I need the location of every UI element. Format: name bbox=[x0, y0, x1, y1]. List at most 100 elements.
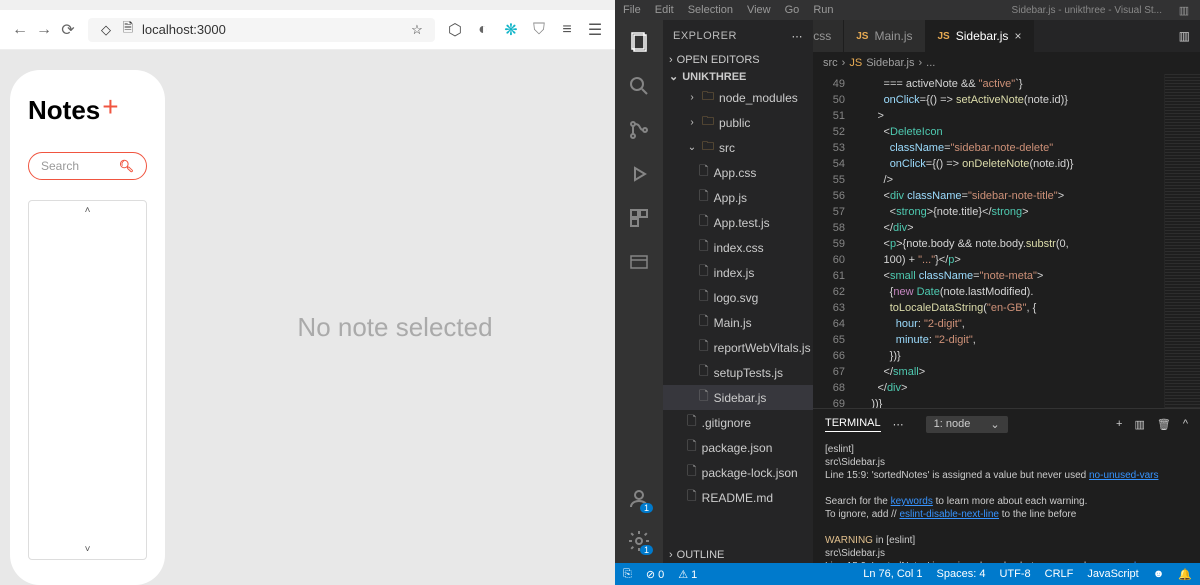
file-item[interactable]: 🗋package-lock.json bbox=[663, 460, 813, 485]
bookmark-icon[interactable]: ☆ bbox=[409, 22, 425, 38]
notes-main: No note selected bbox=[185, 70, 605, 585]
terminal-tab[interactable]: TERMINAL bbox=[825, 417, 881, 432]
minimap[interactable] bbox=[1164, 74, 1200, 408]
split-terminal-icon[interactable]: ▥ bbox=[1134, 418, 1144, 431]
file-item[interactable]: 🗋index.css bbox=[663, 235, 813, 260]
activity-extensions-icon[interactable] bbox=[627, 206, 651, 230]
file-icon: 🗋 bbox=[699, 162, 709, 183]
page-content: Notes + Search 🔍︎ ˄ ˅ No note selected bbox=[0, 50, 615, 585]
ext1-icon[interactable]: ◐ bbox=[475, 22, 491, 38]
file-tree: ›🗀node_modules›🗀public⌄🗀src🗋App.css🗋App.… bbox=[663, 85, 813, 547]
address-bar[interactable]: ◇ 🗎 localhost:3000 ☆ bbox=[88, 18, 435, 42]
file-icon: 🗋 bbox=[699, 212, 709, 233]
ext3-icon[interactable]: ⛉ bbox=[531, 22, 547, 38]
status-encoding[interactable]: UTF-8 bbox=[999, 568, 1030, 581]
file-item[interactable]: 🗋index.js bbox=[663, 260, 813, 285]
layout-icon[interactable]: ▥ bbox=[1176, 2, 1192, 18]
editor-tab[interactable]: JSMain.js bbox=[844, 20, 925, 52]
kill-terminal-icon[interactable]: 🗑 bbox=[1157, 418, 1171, 431]
editor-tab[interactable]: JSSidebar.js× bbox=[926, 20, 1035, 52]
menu-selection[interactable]: Selection bbox=[688, 4, 733, 16]
shield-icon: ◇ bbox=[98, 22, 114, 38]
notes-title: Notes + bbox=[28, 95, 147, 126]
file-item[interactable]: 🗋setupTests.js bbox=[663, 360, 813, 385]
file-icon: JS bbox=[938, 31, 950, 42]
ext2-icon[interactable]: ❋ bbox=[503, 22, 519, 38]
project-root[interactable]: ⌄UNIKTHREE bbox=[663, 68, 813, 85]
code-editor[interactable]: 4950515253545556575859606162636465666768… bbox=[813, 74, 1200, 408]
activity-explorer-icon[interactable] bbox=[627, 30, 651, 54]
remote-icon[interactable]: ⎘ bbox=[623, 568, 632, 581]
folder-icon: 🗀 bbox=[702, 87, 714, 108]
open-editors-section[interactable]: ›OPEN EDITORS bbox=[663, 52, 813, 68]
activity-scm-icon[interactable] bbox=[627, 118, 651, 142]
page-icon: 🗎 bbox=[120, 22, 136, 38]
breadcrumb[interactable]: src› JS Sidebar.js› ... bbox=[813, 52, 1200, 74]
search-placeholder: Search bbox=[41, 159, 79, 173]
menu-view[interactable]: View bbox=[747, 4, 771, 16]
scroll-up-icon[interactable]: ˄ bbox=[85, 205, 91, 216]
file-item[interactable]: 🗋Main.js bbox=[663, 310, 813, 335]
empty-message: No note selected bbox=[297, 312, 492, 343]
back-icon[interactable]: ← bbox=[12, 22, 28, 38]
add-note-button[interactable]: + bbox=[102, 91, 118, 123]
url-text: localhost:3000 bbox=[142, 22, 226, 37]
activity-other-icon[interactable] bbox=[627, 250, 651, 274]
activity-search-icon[interactable] bbox=[627, 74, 651, 98]
explorer-more-icon[interactable]: ⋯ bbox=[792, 30, 804, 43]
editor-tab[interactable]: #App.css bbox=[813, 20, 844, 52]
file-item[interactable]: 🗋reportWebVitals.js bbox=[663, 335, 813, 360]
terminal-more-icon[interactable]: ⋯ bbox=[893, 418, 904, 431]
chevron-down-icon: ⌄ bbox=[990, 418, 999, 431]
menu-go[interactable]: Go bbox=[785, 4, 800, 16]
terminal-selector[interactable]: 1: node⌄ bbox=[926, 416, 1008, 433]
status-feedback-icon[interactable]: ☻ bbox=[1153, 568, 1165, 581]
status-errors[interactable]: ⊘ 0 bbox=[646, 568, 664, 581]
list-icon[interactable]: ≡ bbox=[559, 22, 575, 38]
status-cursor[interactable]: Ln 76, Col 1 bbox=[863, 568, 922, 581]
folder-item[interactable]: ⌄🗀src bbox=[663, 135, 813, 160]
folder-icon: 🗀 bbox=[702, 112, 714, 133]
file-item[interactable]: 🗋App.css bbox=[663, 160, 813, 185]
outline-section[interactable]: ›OUTLINE bbox=[663, 547, 813, 563]
folder-item[interactable]: ›🗀node_modules bbox=[663, 85, 813, 110]
activity-debug-icon[interactable] bbox=[627, 162, 651, 186]
forward-icon[interactable]: → bbox=[36, 22, 52, 38]
status-bell-icon[interactable]: 🔔 bbox=[1178, 568, 1192, 581]
menu-file[interactable]: File bbox=[623, 4, 641, 16]
pocket-icon[interactable]: ⬡ bbox=[447, 22, 463, 38]
file-icon: 🗋 bbox=[699, 187, 709, 208]
status-lang[interactable]: JavaScript bbox=[1087, 568, 1138, 581]
notes-list-scroll[interactable]: ˄ ˅ bbox=[28, 200, 147, 560]
file-item[interactable]: 🗋Sidebar.js bbox=[663, 385, 813, 410]
menubar: File Edit Selection View Go Run Sidebar.… bbox=[615, 0, 1200, 20]
file-item[interactable]: 🗋App.js bbox=[663, 185, 813, 210]
split-editor-icon[interactable]: ▥ bbox=[1169, 20, 1200, 52]
status-indent[interactable]: Spaces: 4 bbox=[937, 568, 986, 581]
menu-icon[interactable]: ☰ bbox=[587, 22, 603, 38]
file-icon: 🗋 bbox=[699, 287, 709, 308]
status-eol[interactable]: CRLF bbox=[1045, 568, 1074, 581]
maximize-terminal-icon[interactable]: ^ bbox=[1183, 418, 1188, 431]
menu-edit[interactable]: Edit bbox=[655, 4, 674, 16]
search-input[interactable]: Search 🔍︎ bbox=[28, 152, 147, 180]
scroll-down-icon[interactable]: ˅ bbox=[85, 544, 91, 555]
file-item[interactable]: 🗋package.json bbox=[663, 435, 813, 460]
file-item[interactable]: 🗋App.test.js bbox=[663, 210, 813, 235]
file-icon: 🗋 bbox=[699, 312, 709, 333]
file-icon: 🗋 bbox=[699, 237, 709, 258]
folder-item[interactable]: ›🗀public bbox=[663, 110, 813, 135]
file-item[interactable]: 🗋logo.svg bbox=[663, 285, 813, 310]
activity-settings-icon[interactable]: 1 bbox=[627, 529, 651, 553]
reload-icon[interactable]: ⟳ bbox=[60, 22, 76, 38]
status-warnings[interactable]: ⚠ 1 bbox=[678, 568, 697, 581]
close-icon[interactable]: × bbox=[1014, 29, 1021, 43]
file-item[interactable]: 🗋README.md bbox=[663, 485, 813, 510]
menu-run[interactable]: Run bbox=[813, 4, 833, 16]
vscode-window: File Edit Selection View Go Run Sidebar.… bbox=[615, 0, 1200, 585]
browser-tabstrip bbox=[0, 0, 615, 10]
new-terminal-icon[interactable]: + bbox=[1116, 418, 1122, 431]
file-item[interactable]: 🗋.gitignore bbox=[663, 410, 813, 435]
activity-account-icon[interactable]: 1 bbox=[627, 487, 651, 511]
terminal-output[interactable]: [eslint]src\Sidebar.js Line 15:9: 'sorte… bbox=[813, 439, 1200, 563]
